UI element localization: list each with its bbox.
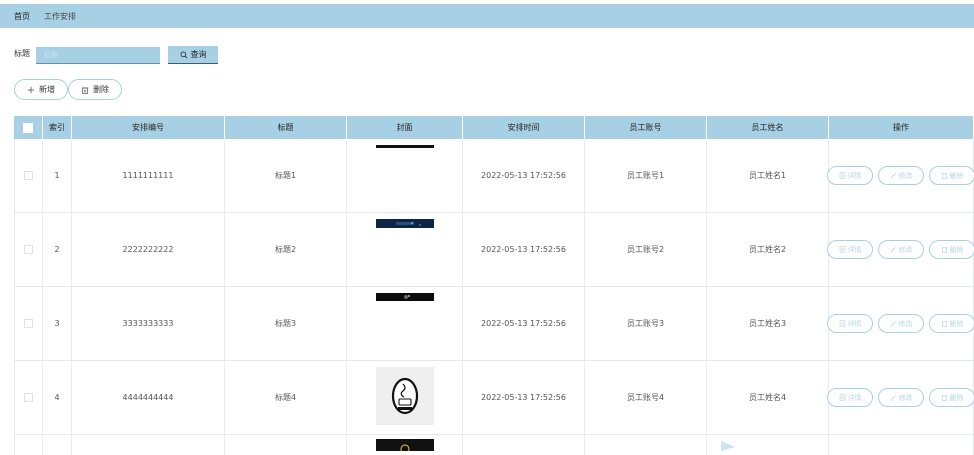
detail-button[interactable]: 详情: [827, 166, 873, 185]
breadcrumb-current: 工作安排: [44, 11, 76, 21]
detail-button[interactable]: 详情: [827, 388, 873, 407]
delete-button[interactable]: 删除: [68, 79, 122, 100]
edit-button[interactable]: 修改: [878, 240, 924, 259]
row-actions: 详情 修改 删除: [827, 388, 974, 407]
row-code: 4444444444: [72, 361, 225, 434]
scroll-indicator-icon: [721, 441, 735, 451]
header-actions: 操作: [829, 116, 974, 139]
row-index: 3: [43, 287, 72, 360]
row-code: 3333333333: [72, 287, 225, 360]
search-input[interactable]: [36, 47, 160, 64]
row-title: 标题2: [225, 213, 347, 286]
table-row: 2 2222222222 标题2 2022-05-13 17:52:56 员工账…: [14, 213, 974, 287]
pencil-icon: [890, 320, 897, 327]
breadcrumb-home[interactable]: 首页: [14, 11, 30, 22]
row-delete-button[interactable]: 删除: [929, 314, 974, 333]
row-account: 员工账号2: [585, 213, 707, 286]
edit-button[interactable]: 修改: [878, 166, 924, 185]
row-name: 员工姓名4: [707, 361, 829, 434]
row-index: 2: [43, 213, 72, 286]
row-account: 员工账号3: [585, 287, 707, 360]
table-row: 1 1111111111 标题1 2022-05-13 17:52:56 员工账…: [14, 139, 974, 213]
row-account: 员工账号4: [585, 361, 707, 434]
row-checkbox[interactable]: [24, 245, 33, 254]
table-row: [14, 435, 974, 455]
document-icon: [839, 246, 846, 253]
trash-icon: [941, 246, 948, 253]
search-icon: [180, 51, 188, 59]
breadcrumb: 首页 工作安排: [0, 4, 974, 28]
row-delete-button[interactable]: 删除: [929, 388, 974, 407]
row-delete-button[interactable]: 删除: [929, 240, 974, 259]
row-code: 2222222222: [72, 213, 225, 286]
row-actions: 详情 修改 删除: [827, 240, 974, 259]
row-delete-button[interactable]: 删除: [929, 166, 974, 185]
add-button-label: 新增: [39, 85, 55, 94]
plus-icon: [27, 86, 35, 94]
search-label: 标题: [14, 49, 30, 58]
pencil-icon: [890, 172, 897, 179]
row-checkbox[interactable]: [24, 393, 33, 402]
delete-button-label: 删除: [93, 85, 109, 94]
cover-image: [375, 293, 434, 301]
pencil-icon: [890, 246, 897, 253]
add-button[interactable]: 新增: [14, 79, 68, 100]
row-name: 员工姓名3: [707, 287, 829, 360]
row-time: 2022-05-13 17:52:56: [463, 361, 585, 434]
cover-image: [375, 367, 434, 425]
cover-image: [375, 439, 434, 451]
row-name: 员工姓名2: [707, 213, 829, 286]
header-name: 员工姓名: [707, 116, 829, 139]
cover-image: [375, 219, 434, 228]
row-actions: 详情 修改 删除: [827, 314, 974, 333]
header-code: 安排编号: [72, 116, 225, 139]
select-all-checkbox[interactable]: [23, 122, 33, 133]
row-code: 1111111111: [72, 139, 225, 212]
row-index: 4: [43, 361, 72, 434]
trash-icon: [941, 172, 948, 179]
document-icon: [839, 394, 846, 401]
data-table: 索引 安排编号 标题 封面 安排时间 员工账号 员工姓名 操作 1 111111…: [14, 116, 974, 455]
table-header: 索引 安排编号 标题 封面 安排时间 员工账号 员工姓名 操作: [14, 116, 974, 139]
row-actions: 详情 修改 删除: [827, 166, 974, 185]
header-index: 索引: [43, 116, 72, 139]
pencil-icon: [890, 394, 897, 401]
row-time: 2022-05-13 17:52:56: [463, 139, 585, 212]
row-title: 标题1: [225, 139, 347, 212]
table-row: 3 3333333333 标题3 2022-05-13 17:52:56 员工账…: [14, 287, 974, 361]
header-title: 标题: [225, 116, 347, 139]
edit-button[interactable]: 修改: [878, 388, 924, 407]
header-select-all[interactable]: [14, 116, 43, 139]
row-checkbox[interactable]: [24, 319, 33, 328]
row-name: 员工姓名1: [707, 139, 829, 212]
row-time: 2022-05-13 17:52:56: [463, 213, 585, 286]
row-title: 标题4: [225, 361, 347, 434]
detail-button[interactable]: 详情: [827, 240, 873, 259]
row-account: 员工账号1: [585, 139, 707, 212]
search-button-label: 查询: [190, 50, 207, 59]
row-title: 标题3: [225, 287, 347, 360]
edit-button[interactable]: 修改: [878, 314, 924, 333]
header-account: 员工账号: [585, 116, 707, 139]
trash-icon: [81, 86, 89, 94]
table-row: 4 4444444444 标题4 2022-05-13 17:52:56 员工账…: [14, 361, 974, 435]
document-icon: [839, 172, 846, 179]
document-icon: [839, 320, 846, 327]
search-button[interactable]: 查询: [168, 46, 218, 64]
row-checkbox[interactable]: [24, 171, 33, 180]
header-time: 安排时间: [463, 116, 585, 139]
trash-icon: [941, 320, 948, 327]
cover-image: [375, 145, 434, 148]
detail-button[interactable]: 详情: [827, 314, 873, 333]
trash-icon: [941, 394, 948, 401]
row-index: 1: [43, 139, 72, 212]
row-time: 2022-05-13 17:52:56: [463, 287, 585, 360]
header-cover: 封面: [347, 116, 463, 139]
